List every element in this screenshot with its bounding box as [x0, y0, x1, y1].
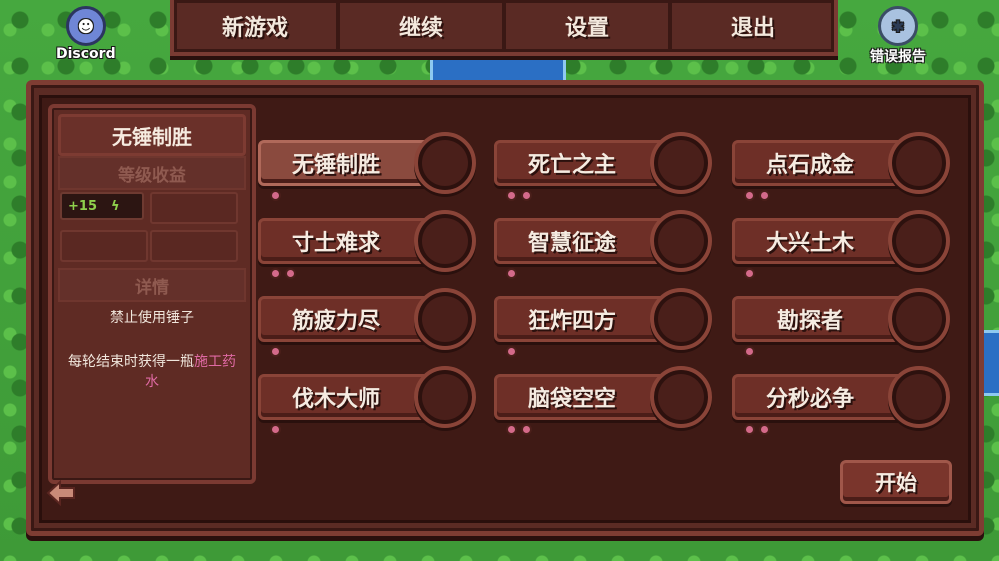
difficulty-dots: [506, 346, 517, 357]
mutator-icon-slot: [650, 210, 712, 272]
difficulty-dots: [744, 346, 755, 357]
difficulty-dot: [270, 424, 281, 435]
mutator-option[interactable]: 大兴土木: [732, 210, 950, 279]
detail-text: 每轮结束时获得一瓶: [68, 354, 194, 370]
difficulty-dot: [506, 268, 517, 279]
mutator-label[interactable]: 分秒必争: [732, 374, 912, 420]
mutator-icon-slot: [888, 288, 950, 350]
mutator-icon-slot: [414, 366, 476, 428]
discord-button[interactable]: ☻ Discord: [56, 6, 116, 62]
difficulty-dots: [744, 268, 755, 279]
mutator-label[interactable]: 伐木大师: [258, 374, 438, 420]
details-header: 详情: [58, 268, 246, 302]
difficulty-dots: [270, 424, 281, 435]
mutator-label[interactable]: 大兴土木: [732, 218, 912, 264]
quit-button[interactable]: 退出: [672, 0, 834, 52]
difficulty-dot: [759, 190, 770, 201]
mutator-icon-slot: [650, 366, 712, 428]
lightning-icon: ϟ: [110, 198, 120, 214]
mutator-icon-slot: [888, 132, 950, 194]
mutator-option[interactable]: 筋疲力尽: [258, 288, 476, 357]
reward-slot-empty: [150, 192, 238, 224]
mutator-icon-slot: [888, 366, 950, 428]
mutator-option[interactable]: 无锤制胜: [258, 132, 476, 201]
bug-report-label: 错误报告: [870, 49, 926, 65]
bug-report-button[interactable]: ✱ 错误报告: [870, 6, 926, 66]
detail-line-1: 禁止使用锤子: [110, 310, 194, 326]
mutator-icon-slot: [650, 288, 712, 350]
difficulty-dots: [744, 424, 770, 435]
difficulty-dot: [270, 346, 281, 357]
difficulty-dot: [285, 268, 296, 279]
mutator-option[interactable]: 分秒必争: [732, 366, 950, 435]
mutator-label[interactable]: 脑袋空空: [494, 374, 674, 420]
mutator-option[interactable]: 脑袋空空: [494, 366, 712, 435]
difficulty-dot: [744, 346, 755, 357]
difficulty-dot: [506, 424, 517, 435]
reward-slot-empty: [150, 230, 238, 262]
start-button[interactable]: 开始: [840, 460, 952, 504]
bug-icon: ✱: [878, 6, 918, 46]
mutator-icon-slot: [650, 132, 712, 194]
mutator-label[interactable]: 死亡之主: [494, 140, 674, 186]
difficulty-dot: [759, 424, 770, 435]
difficulty-dot: [744, 424, 755, 435]
difficulty-dots: [506, 424, 532, 435]
continue-button[interactable]: 继续: [340, 0, 506, 52]
mutator-info-box: 无锤制胜 等级收益 +15 ϟ 详情 禁止使用锤子 每轮结束时获得一瓶施工药水: [48, 104, 256, 484]
new-game-button[interactable]: 新游戏: [174, 0, 340, 52]
mutator-option[interactable]: 点石成金: [732, 132, 950, 201]
mutator-option[interactable]: 死亡之主: [494, 132, 712, 201]
reward-header: 等级收益: [58, 156, 246, 190]
reward-value: +15: [68, 198, 97, 214]
mutator-option[interactable]: 狂炸四方: [494, 288, 712, 357]
discord-icon: ☻: [65, 6, 106, 46]
mutator-option[interactable]: 勘探者: [732, 288, 950, 357]
mutator-label[interactable]: 狂炸四方: [494, 296, 674, 342]
difficulty-dots: [506, 190, 532, 201]
detail-line-2: 每轮结束时获得一瓶施工药水: [62, 352, 242, 392]
mutator-icon-slot: [414, 288, 476, 350]
difficulty-dots: [270, 346, 281, 357]
mutator-label[interactable]: 智慧征途: [494, 218, 674, 264]
difficulty-dot: [744, 190, 755, 201]
difficulty-dot: [521, 424, 532, 435]
mutator-label[interactable]: 筋疲力尽: [258, 296, 438, 342]
mutator-label[interactable]: 寸土难求: [258, 218, 438, 264]
mutator-label[interactable]: 无锤制胜: [258, 140, 438, 186]
mutator-icon-slot: [888, 210, 950, 272]
reward-slot: +15 ϟ: [60, 192, 144, 220]
mutator-label[interactable]: 点石成金: [732, 140, 912, 186]
mutator-option[interactable]: 寸土难求: [258, 210, 476, 279]
difficulty-dots: [270, 268, 296, 279]
settings-button[interactable]: 设置: [506, 0, 672, 52]
top-menu: 新游戏 继续 设置 退出: [170, 0, 838, 56]
difficulty-dot: [270, 268, 281, 279]
difficulty-dot: [506, 190, 517, 201]
discord-label: Discord: [56, 46, 116, 62]
mutator-label[interactable]: 勘探者: [732, 296, 912, 342]
difficulty-dot: [270, 190, 281, 201]
difficulty-dots: [744, 190, 770, 201]
difficulty-dots: [270, 190, 281, 201]
mutator-icon-slot: [414, 210, 476, 272]
back-arrow-icon[interactable]: [46, 480, 76, 506]
mutator-option[interactable]: 伐木大师: [258, 366, 476, 435]
mutator-option[interactable]: 智慧征途: [494, 210, 712, 279]
difficulty-dot: [506, 346, 517, 357]
reward-slot-empty: [60, 230, 148, 262]
difficulty-dot: [744, 268, 755, 279]
mutator-icon-slot: [414, 132, 476, 194]
difficulty-dots: [506, 268, 517, 279]
info-title: 无锤制胜: [58, 114, 246, 156]
difficulty-dot: [521, 190, 532, 201]
